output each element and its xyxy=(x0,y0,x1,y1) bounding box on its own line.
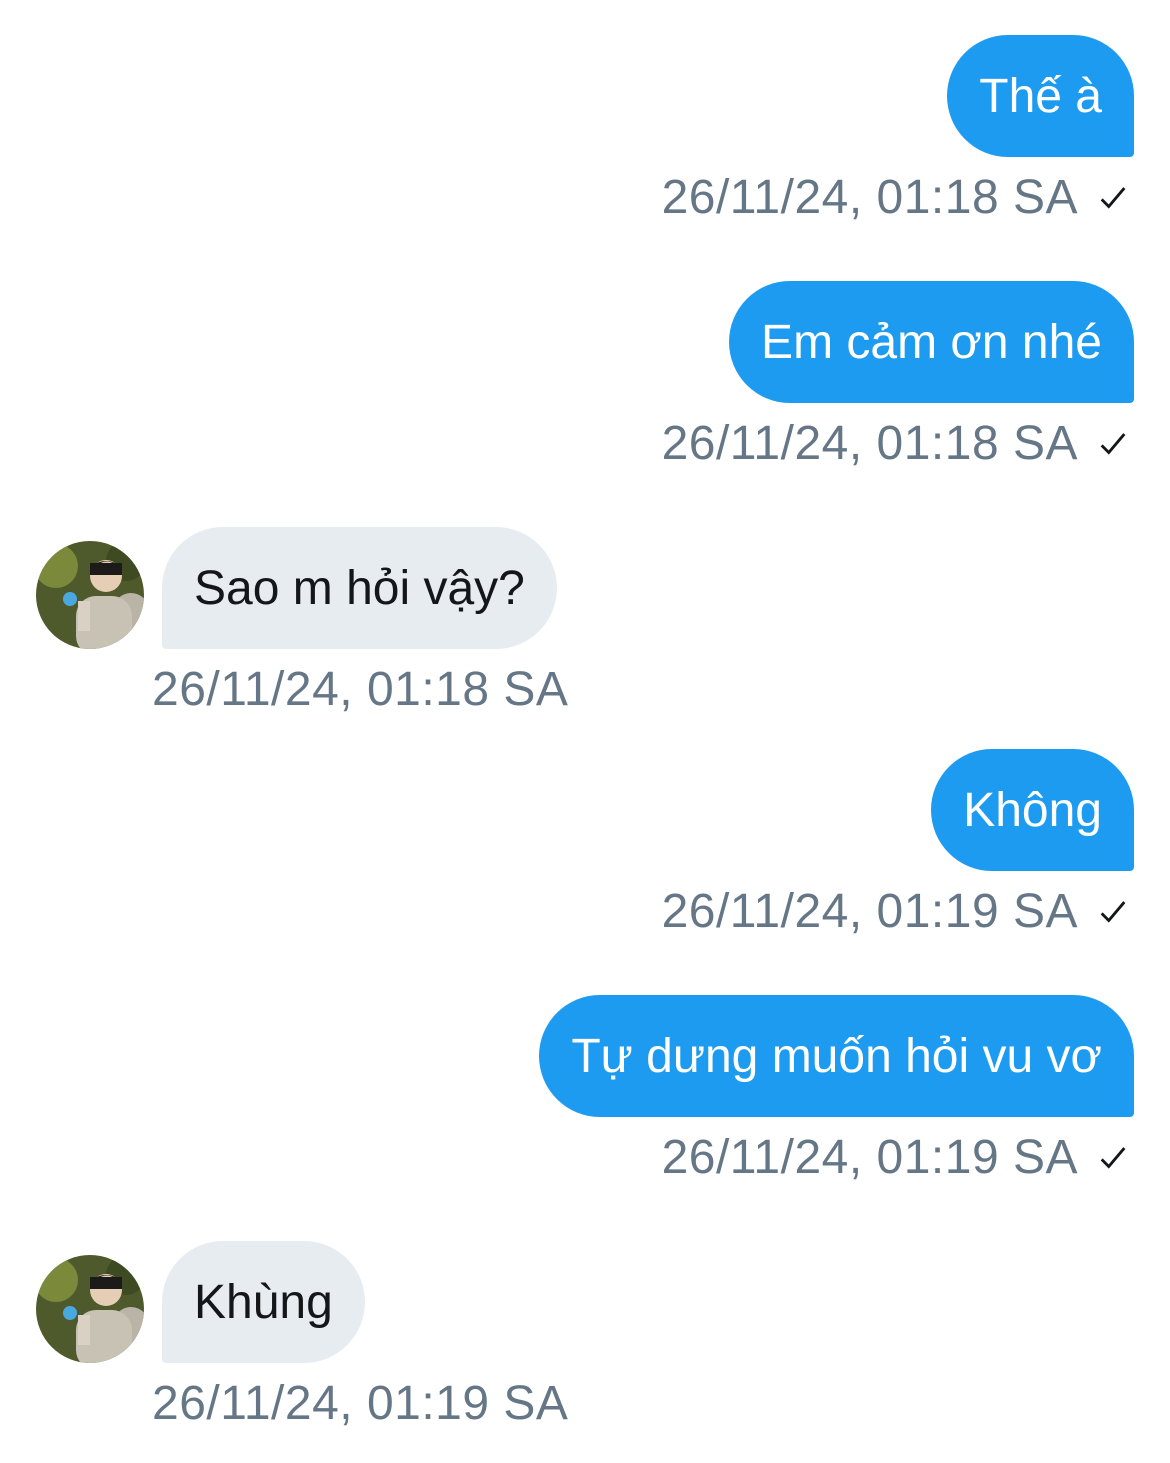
message-text: Sao m hỏi vậy? xyxy=(194,561,525,615)
outgoing-message-bubble[interactable]: Thế à xyxy=(947,35,1134,157)
check-icon xyxy=(1100,186,1126,209)
avatar-photo xyxy=(36,1255,144,1363)
outgoing-message-bubble[interactable]: Không xyxy=(931,749,1134,871)
cut-off-timestamp xyxy=(150,0,164,19)
timestamp-text: 26/11/24, 01:18 SA xyxy=(661,417,1078,470)
timestamp-text: 26/11/24, 01:18 SA xyxy=(661,171,1078,224)
avatar[interactable] xyxy=(36,1255,144,1363)
message-text: Khùng xyxy=(194,1275,333,1329)
outgoing-message-bubble[interactable]: Em cảm ơn nhé xyxy=(729,281,1134,403)
message-text: Em cảm ơn nhé xyxy=(761,315,1102,369)
timestamp-text: 26/11/24, 01:19 SA xyxy=(661,885,1078,938)
message-text: Tự dưng muốn hỏi vu vơ xyxy=(571,1029,1102,1083)
incoming-message-bubble[interactable]: Khùng xyxy=(162,1241,365,1363)
avatar[interactable] xyxy=(36,541,144,649)
message-timestamp: 26/11/24, 01:19 SA xyxy=(662,884,1130,939)
outgoing-message-bubble[interactable]: Tự dưng muốn hỏi vu vơ xyxy=(539,995,1134,1117)
check-icon xyxy=(1100,1146,1126,1169)
message-timestamp: 26/11/24, 01:19 SA xyxy=(152,1376,568,1431)
check-icon xyxy=(1100,432,1126,455)
timestamp-text: 26/11/24, 01:19 SA xyxy=(152,1377,569,1430)
message-timestamp: 26/11/24, 01:18 SA xyxy=(662,170,1130,225)
check-icon xyxy=(1100,900,1126,923)
message-text: Không xyxy=(963,783,1102,837)
timestamp-text: 26/11/24, 01:19 SA xyxy=(661,1131,1078,1184)
message-timestamp: 26/11/24, 01:18 SA xyxy=(662,416,1130,471)
message-timestamp: 26/11/24, 01:18 SA xyxy=(152,662,568,717)
incoming-message-bubble[interactable]: Sao m hỏi vậy? xyxy=(162,527,557,649)
message-text: Thế à xyxy=(979,69,1102,123)
timestamp-text: 26/11/24, 01:18 SA xyxy=(152,663,569,716)
message-timestamp: 26/11/24, 01:19 SA xyxy=(662,1130,1130,1185)
avatar-photo xyxy=(36,541,144,649)
